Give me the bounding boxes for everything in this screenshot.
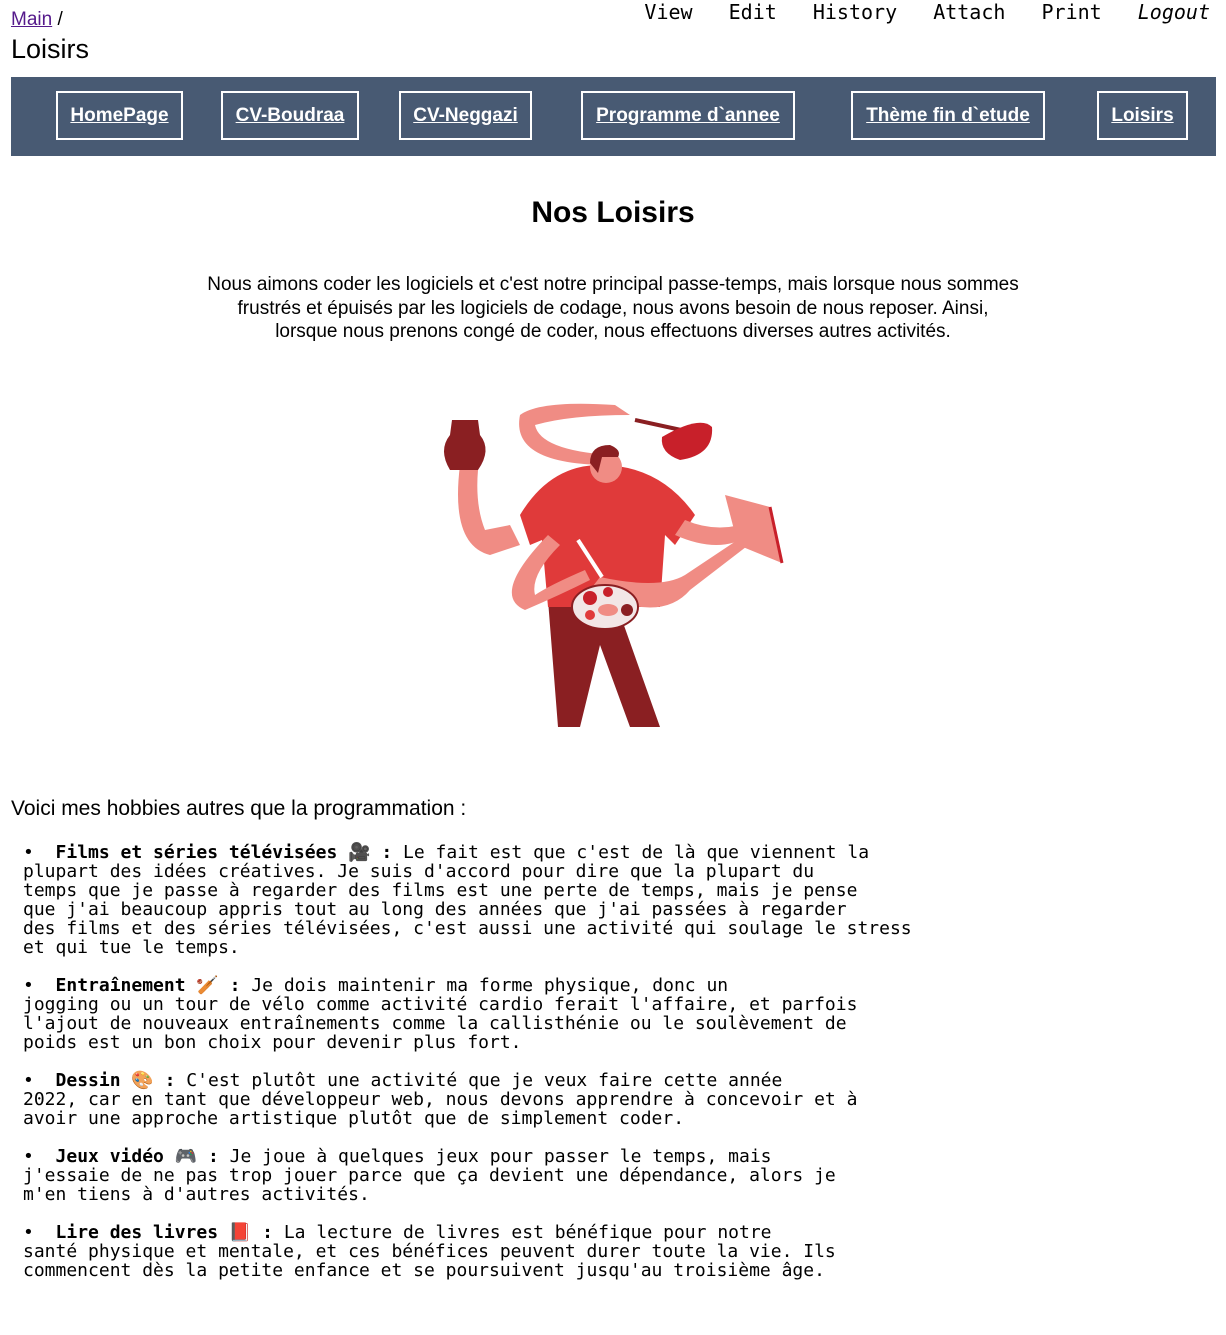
nav-programme-annee[interactable]: Programme d`annee xyxy=(581,91,795,140)
print-action[interactable]: Print xyxy=(1041,0,1101,24)
intro-line: lorsque nous prenons congé de coder, nou… xyxy=(275,321,951,342)
nav-cv-neggazi[interactable]: CV-Neggazi xyxy=(399,91,532,140)
nav-homepage[interactable]: HomePage xyxy=(56,91,183,140)
list-item: • Jeux vidéo 🎮 : Je joue à quelques jeux… xyxy=(23,1146,836,1205)
section-heading: Nos Loisirs xyxy=(531,196,695,229)
edit-action[interactable]: Edit xyxy=(729,0,777,24)
page-title: Loisirs xyxy=(11,34,90,64)
nav-bar: HomePage CV-Boudraa CV-Neggazi Programme… xyxy=(11,77,1216,156)
hobby-title: Films et séries télévisées 🎥 : xyxy=(55,842,393,863)
attach-action[interactable]: Attach xyxy=(933,0,1005,24)
nav-cv-boudraa[interactable]: CV-Boudraa xyxy=(221,91,359,140)
list-item: • Entraînement 🏏 : Je dois maintenir ma … xyxy=(23,975,858,1053)
list-item: • Films et séries télévisées 🎥 : Le fait… xyxy=(23,842,912,958)
multitasking-hobbies-illustration xyxy=(444,403,784,727)
nav-theme-fin-etude[interactable]: Thème fin d`etude xyxy=(851,91,1045,140)
intro-line: Nous aimons coder les logiciels et c'est… xyxy=(207,274,1019,295)
hobby-title: Dessin 🎨 : xyxy=(55,1070,176,1091)
hobby-title: Jeux vidéo 🎮 : xyxy=(55,1146,219,1167)
breadcrumb: Main / xyxy=(11,9,63,31)
nav-loisirs[interactable]: Loisirs xyxy=(1097,91,1188,140)
history-action[interactable]: History xyxy=(813,0,897,24)
logout-action[interactable]: Logout xyxy=(1138,0,1210,24)
hobby-title: Entraînement 🏏 : xyxy=(55,975,241,996)
page-actions: View Edit History Attach Print Logout xyxy=(620,0,1210,24)
breadcrumb-separator: / xyxy=(52,9,63,30)
intro-paragraph: Nous aimons coder les logiciels et c'est… xyxy=(190,273,1036,344)
hobbies-list: • Films et séries télévisées 🎥 : Le fait… xyxy=(23,843,912,1299)
intro-line: frustrés et épuisés par les logiciels de… xyxy=(237,297,989,319)
hobby-title: Lire des livres 📕 : xyxy=(55,1222,273,1243)
view-action[interactable]: View xyxy=(644,0,692,24)
hobbies-intro: Voici mes hobbies autres que la programm… xyxy=(11,797,467,820)
list-item: • Dessin 🎨 : C'est plutôt une activité q… xyxy=(23,1070,858,1129)
breadcrumb-main-link[interactable]: Main xyxy=(11,9,52,30)
list-item: • Lire des livres 📕 : La lecture de livr… xyxy=(23,1222,836,1281)
